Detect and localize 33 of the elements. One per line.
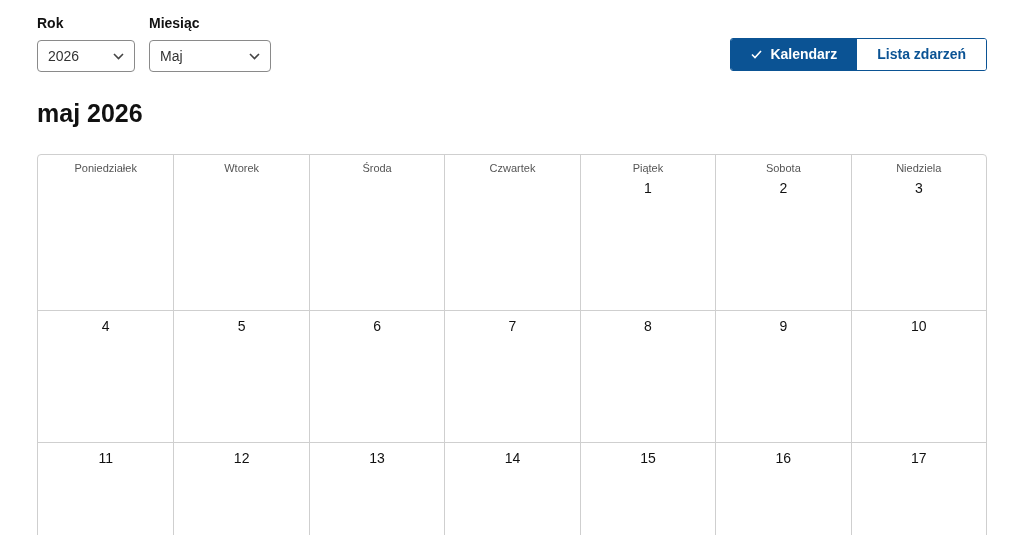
check-icon	[751, 50, 763, 59]
day-number: 2	[779, 179, 788, 197]
day-number: 12	[233, 449, 250, 467]
field-label: Miesiąc	[149, 14, 201, 32]
month-title: maj 2026	[37, 98, 144, 128]
weekday-header: Sobota	[765, 161, 801, 175]
dropdown[interactable]: Maj	[149, 40, 271, 72]
weekday-header: Poniedziałek	[74, 161, 137, 175]
day-number: 9	[779, 317, 788, 335]
day-number: 8	[644, 317, 652, 335]
weekday-header: Czwartek	[489, 161, 536, 175]
day-number: 11	[98, 449, 113, 467]
weekday-header: Niedziela	[896, 161, 942, 175]
day-number: 4	[101, 317, 110, 335]
day-number: 7	[508, 317, 517, 335]
chevron-down-icon	[249, 52, 260, 60]
day-number: 14	[504, 449, 521, 467]
field-label: Rok	[37, 14, 65, 32]
chevron-down-icon	[113, 52, 124, 60]
day-number: 16	[775, 449, 792, 467]
weekday-header: Środa	[362, 161, 392, 175]
day-number: 5	[237, 317, 246, 335]
day-number: 3	[914, 179, 923, 197]
dropdown[interactable]: 2026	[37, 40, 135, 72]
day-number: 6	[373, 317, 381, 335]
view-tab[interactable]: Kalendarz	[731, 39, 858, 70]
day-number: 1	[644, 179, 652, 197]
day-number: 17	[911, 449, 927, 467]
day-number: 10	[911, 317, 927, 335]
weekday-header: Wtorek	[224, 161, 260, 175]
day-number: 13	[369, 449, 385, 467]
day-number: 15	[640, 449, 656, 467]
weekday-header: Piątek	[632, 161, 664, 175]
